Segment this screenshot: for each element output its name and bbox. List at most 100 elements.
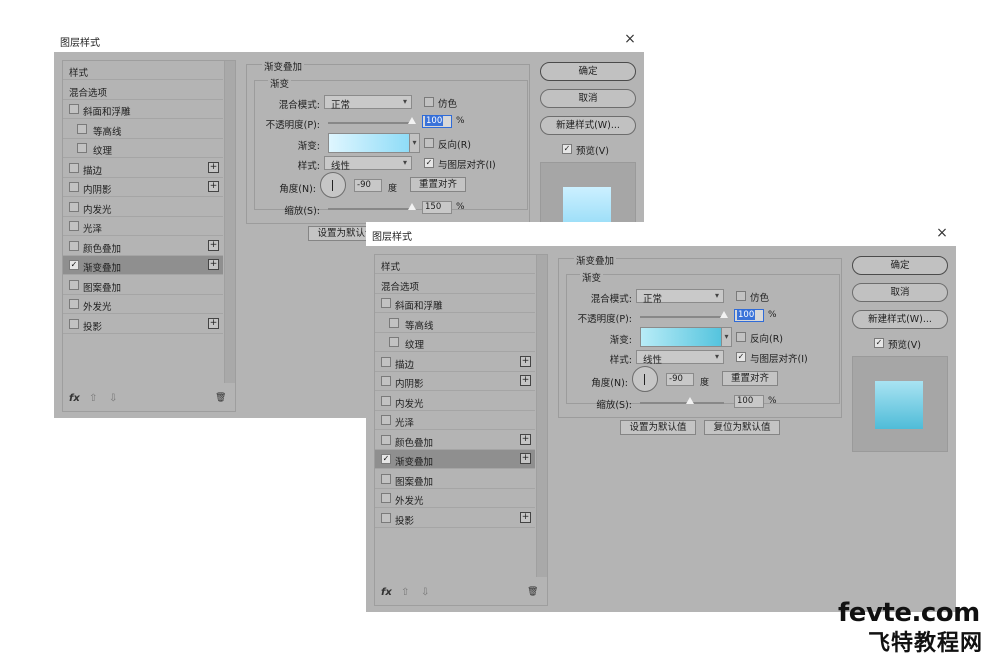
sidebar-checkbox[interactable]: ✓ bbox=[381, 454, 391, 464]
trash-icon[interactable]: 🗑 bbox=[215, 393, 226, 403]
gradient-swatch[interactable] bbox=[328, 133, 410, 153]
sidebar-item[interactable]: 等高线 bbox=[375, 314, 535, 333]
sidebar-checkbox[interactable] bbox=[69, 240, 79, 251]
opacity-slider-thumb[interactable] bbox=[720, 311, 728, 318]
sidebar-item[interactable]: 纹理 bbox=[375, 333, 535, 352]
add-icon[interactable]: + bbox=[520, 453, 531, 464]
add-icon[interactable]: + bbox=[208, 259, 219, 270]
sidebar-item[interactable]: 内阴影 + bbox=[63, 178, 223, 197]
add-icon[interactable]: + bbox=[208, 161, 219, 173]
reset-default-button[interactable]: 复位为默认值 bbox=[704, 420, 780, 435]
sidebar-item[interactable]: 斜面和浮雕 bbox=[63, 100, 223, 119]
scale-slider-thumb[interactable] bbox=[408, 203, 416, 210]
add-icon[interactable]: + bbox=[520, 433, 531, 445]
move-down-icon[interactable]: ⇩ bbox=[421, 587, 429, 598]
new-style-button[interactable]: 新建样式(W)... bbox=[852, 310, 948, 329]
sidebar-checkbox[interactable] bbox=[381, 493, 391, 503]
sidebar-item[interactable]: ✓ 渐变叠加 + bbox=[63, 256, 223, 275]
dither-checkbox[interactable] bbox=[736, 291, 746, 301]
sidebar-item[interactable]: ✓ 渐变叠加 + bbox=[375, 450, 535, 469]
gradient-swatch[interactable] bbox=[640, 327, 722, 347]
cancel-button[interactable]: 取消 bbox=[540, 89, 636, 108]
add-icon[interactable]: + bbox=[208, 239, 219, 251]
close-icon[interactable]: × bbox=[934, 225, 950, 241]
sidebar-scrollbar[interactable] bbox=[536, 255, 547, 577]
scale-slider[interactable] bbox=[640, 397, 724, 404]
sidebar-scrollbar[interactable] bbox=[224, 61, 235, 383]
add-icon[interactable]: + bbox=[208, 181, 219, 192]
sidebar-item[interactable]: 描边 + bbox=[375, 353, 535, 372]
sidebar-checkbox[interactable] bbox=[69, 201, 79, 212]
ok-button[interactable]: 确定 bbox=[540, 62, 636, 81]
sidebar-checkbox[interactable] bbox=[381, 356, 391, 367]
blend-mode-select[interactable]: 正常 ▾ bbox=[324, 95, 412, 111]
sidebar-checkbox[interactable] bbox=[69, 279, 79, 290]
sidebar-item[interactable]: 斜面和浮雕 bbox=[375, 294, 535, 313]
sidebar-checkbox[interactable] bbox=[77, 143, 87, 153]
sidebar-checkbox[interactable] bbox=[69, 299, 79, 309]
sidebar-item[interactable]: 描边 + bbox=[63, 159, 223, 178]
sidebar-item[interactable]: 样式 bbox=[63, 61, 223, 80]
reset-alignment-button[interactable]: 重置对齐 bbox=[410, 177, 466, 192]
sidebar-item[interactable]: 外发光 bbox=[63, 295, 223, 314]
sidebar-checkbox[interactable] bbox=[389, 317, 399, 328]
sidebar-item[interactable]: 内发光 bbox=[375, 392, 535, 411]
angle-input[interactable]: -90 bbox=[354, 179, 382, 192]
move-up-icon[interactable]: ⇧ bbox=[89, 393, 97, 404]
sidebar-item[interactable]: 投影 + bbox=[375, 509, 535, 528]
preview-checkbox[interactable]: ✓ bbox=[874, 338, 884, 348]
sidebar-checkbox[interactable]: ✓ bbox=[69, 260, 79, 270]
sidebar-item[interactable]: 内发光 bbox=[63, 198, 223, 217]
sidebar-checkbox[interactable] bbox=[389, 337, 399, 347]
sidebar-item[interactable]: 光泽 bbox=[63, 217, 223, 236]
sidebar-checkbox[interactable] bbox=[381, 415, 391, 425]
sidebar-checkbox[interactable] bbox=[381, 512, 391, 523]
cancel-button[interactable]: 取消 bbox=[852, 283, 948, 302]
blend-mode-select[interactable]: 正常 ▾ bbox=[636, 289, 724, 305]
reverse-checkbox[interactable] bbox=[736, 332, 746, 342]
sidebar-checkbox[interactable] bbox=[381, 473, 391, 484]
scale-slider-thumb[interactable] bbox=[686, 397, 695, 404]
sidebar-item[interactable]: 等高线 bbox=[63, 120, 223, 139]
gradient-picker-arrow[interactable]: ▾ bbox=[722, 327, 732, 347]
style-select[interactable]: 线性 ▾ bbox=[324, 156, 412, 172]
sidebar-checkbox[interactable] bbox=[69, 318, 79, 329]
move-up-icon[interactable]: ⇧ bbox=[401, 587, 409, 598]
opacity-input[interactable]: 100 bbox=[734, 309, 764, 322]
sidebar-item[interactable]: 混合选项 bbox=[375, 275, 535, 294]
sidebar-checkbox[interactable] bbox=[381, 376, 391, 386]
sidebar-item[interactable]: 样式 bbox=[375, 255, 535, 274]
reverse-checkbox[interactable] bbox=[424, 138, 434, 148]
sidebar-checkbox[interactable] bbox=[69, 162, 79, 173]
gradient-picker-arrow[interactable]: ▾ bbox=[410, 133, 420, 153]
sidebar-checkbox[interactable] bbox=[69, 104, 79, 114]
align-layer-checkbox[interactable]: ✓ bbox=[424, 158, 434, 168]
sidebar-item[interactable]: 纹理 bbox=[63, 139, 223, 158]
close-icon[interactable]: × bbox=[622, 31, 638, 47]
fx-icon[interactable]: fx bbox=[381, 587, 392, 598]
sidebar-checkbox[interactable] bbox=[69, 182, 79, 192]
sidebar-checkbox[interactable] bbox=[381, 434, 391, 445]
align-layer-checkbox[interactable]: ✓ bbox=[736, 352, 746, 362]
add-icon[interactable]: + bbox=[520, 375, 531, 386]
set-default-button[interactable]: 设置为默认值 bbox=[620, 420, 696, 435]
scale-input[interactable]: 100 bbox=[734, 395, 764, 408]
sidebar-item[interactable]: 图案叠加 bbox=[63, 276, 223, 295]
sidebar-checkbox[interactable] bbox=[381, 395, 391, 406]
opacity-slider[interactable] bbox=[328, 117, 416, 124]
sidebar-item[interactable]: 投影 + bbox=[63, 315, 223, 334]
style-select[interactable]: 线性 ▾ bbox=[636, 350, 724, 366]
sidebar-checkbox[interactable] bbox=[69, 221, 79, 231]
reset-alignment-button[interactable]: 重置对齐 bbox=[722, 371, 778, 386]
sidebar-item[interactable]: 混合选项 bbox=[63, 81, 223, 100]
sidebar-item[interactable]: 外发光 bbox=[375, 489, 535, 508]
angle-dial[interactable] bbox=[632, 366, 658, 392]
add-icon[interactable]: + bbox=[520, 355, 531, 367]
add-icon[interactable]: + bbox=[520, 511, 531, 523]
sidebar-item[interactable]: 光泽 bbox=[375, 411, 535, 430]
sidebar-item[interactable]: 颜色叠加 + bbox=[375, 431, 535, 450]
sidebar-checkbox[interactable] bbox=[381, 298, 391, 308]
sidebar-item[interactable]: 颜色叠加 + bbox=[63, 237, 223, 256]
opacity-slider[interactable] bbox=[640, 311, 728, 318]
dither-checkbox[interactable] bbox=[424, 97, 434, 107]
